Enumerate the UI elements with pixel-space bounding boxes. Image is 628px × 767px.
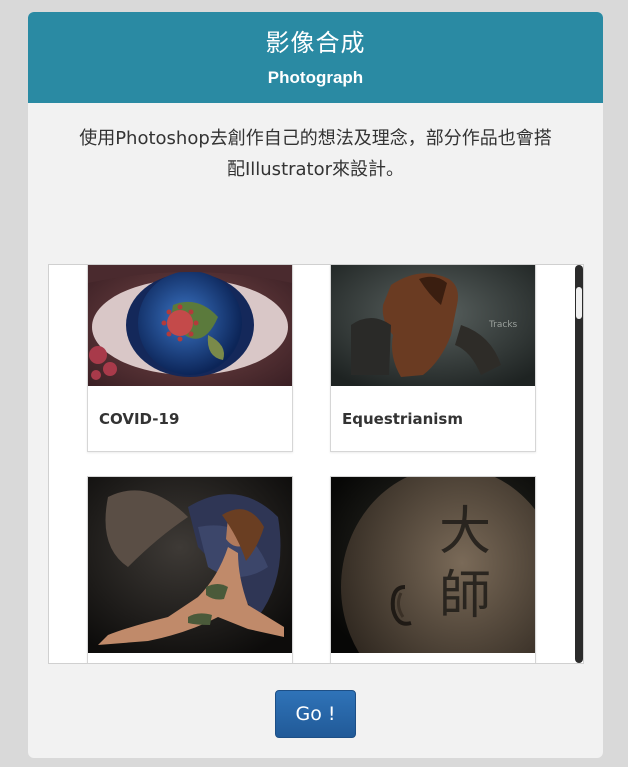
- woman-wings-image: [88, 477, 292, 653]
- description-line-2: 配Illustrator來設計。: [226, 159, 405, 180]
- bald-head-calligraphy-image: 大 師: [331, 477, 535, 653]
- page-title: 影像合成: [265, 29, 366, 57]
- gallery-scroll-area[interactable]: COVID-19 Tracks Equestrianism 大 師: [48, 264, 584, 664]
- gallery-scrollbar[interactable]: [575, 265, 583, 663]
- gallery-item-covid19[interactable]: COVID-19: [87, 265, 293, 452]
- page-subtitle: Photograph: [267, 68, 364, 87]
- go-button[interactable]: Go !: [275, 690, 356, 738]
- gallery-item-label: Equestrianism: [342, 410, 463, 428]
- svg-text:Tracks: Tracks: [488, 320, 518, 330]
- description-text: 使用Photoshop去創作自己的想法及理念，部分作品也會搭 配Illustra…: [48, 123, 583, 185]
- photograph-card: 影像合成 Photograph 使用Photoshop去創作自己的想法及理念，部…: [28, 12, 603, 758]
- card-header: 影像合成 Photograph: [28, 12, 603, 103]
- horse-image: Tracks: [331, 265, 535, 386]
- description-line-1: 使用Photoshop去創作自己的想法及理念，部分作品也會搭: [79, 128, 552, 149]
- gallery-item-bald-head[interactable]: 大 師: [330, 476, 536, 663]
- calligraphy-char-2: 師: [439, 566, 491, 626]
- eye-globe-image: [88, 265, 292, 386]
- gallery-item-woman-wings[interactable]: [87, 476, 293, 663]
- calligraphy-char-1: 大: [439, 502, 491, 562]
- gallery-item-equestrianism[interactable]: Tracks Equestrianism: [330, 265, 536, 452]
- gallery-item-label: COVID-19: [99, 410, 180, 428]
- scrollbar-thumb[interactable]: [576, 287, 582, 319]
